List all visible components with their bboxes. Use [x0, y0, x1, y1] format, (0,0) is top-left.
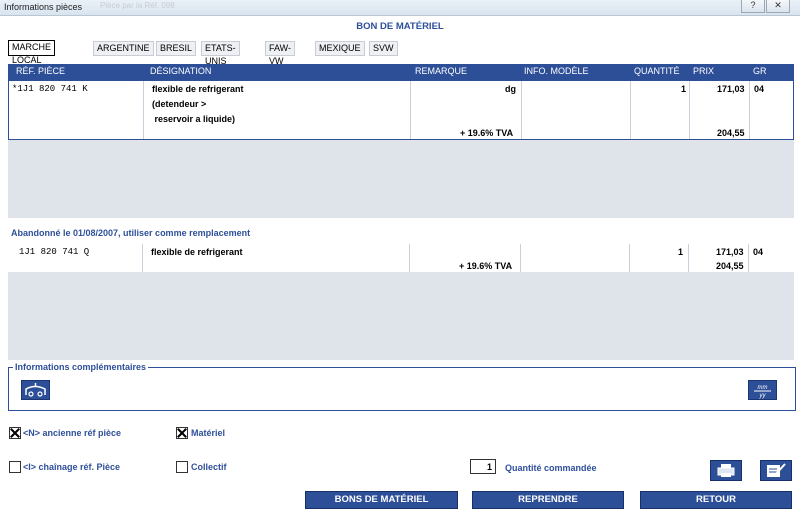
column-divider	[142, 244, 143, 272]
background-window-text: Pièce par la Réf. 098	[100, 1, 175, 10]
tab-bresil[interactable]: BRESIL	[156, 41, 197, 56]
reprendre-button[interactable]: REPRENDRE	[472, 491, 624, 509]
ancienne-ref-label[interactable]: <N> ancienne réf pièce	[23, 428, 121, 438]
replacement-price-ttc: 204,55	[716, 261, 744, 271]
chainage-checkbox[interactable]	[9, 461, 21, 473]
column-divider	[143, 81, 144, 139]
replacement-designation: flexible de refrigerant	[151, 247, 243, 257]
retour-button[interactable]: RETOUR	[640, 491, 792, 509]
column-divider	[749, 81, 750, 139]
col-quantite[interactable]: QUANTITÉ	[634, 66, 680, 76]
vehicle-lift-icon	[25, 383, 46, 397]
calendar-date-button[interactable]: mm yy	[748, 380, 777, 400]
quantity-value: 1	[681, 84, 687, 94]
print-button[interactable]	[710, 460, 742, 481]
collectif-label[interactable]: Collectif	[191, 462, 227, 472]
part-reference: *1J1 820 741 K	[12, 84, 88, 94]
materiel-checkbox[interactable]	[176, 427, 188, 439]
info-group: Informations complémentaires mm yy	[8, 362, 796, 411]
column-divider	[630, 81, 631, 139]
replacement-notice: Abandonné le 01/08/2007, utiliser comme …	[11, 228, 251, 238]
remarque-value: dg	[505, 84, 516, 94]
tab-mexique[interactable]: MEXIQUE	[315, 41, 365, 56]
column-divider	[409, 244, 410, 272]
column-divider	[410, 81, 411, 139]
info-group-legend: Informations complémentaires	[13, 362, 149, 372]
column-divider	[688, 244, 689, 272]
designation-line: (detendeur >	[152, 99, 207, 109]
replacement-price: 171,03	[716, 247, 744, 257]
chainage-label[interactable]: <I> chaînage réf. Pièce	[23, 462, 120, 472]
column-divider	[521, 81, 522, 139]
printer-icon	[717, 464, 735, 477]
col-prix[interactable]: PRIX	[693, 66, 714, 76]
designation-line: flexible de refrigerant	[152, 84, 244, 94]
materiel-label[interactable]: Matériel	[191, 428, 225, 438]
col-remarque[interactable]: REMARQUE	[415, 66, 467, 76]
table-row[interactable]: 1J1 820 741 Q flexible de refrigerant 1 …	[8, 244, 794, 272]
tva-label: + 19.6% TVA	[460, 128, 514, 138]
col-info-modele[interactable]: INFO. MODÈLE	[524, 66, 589, 76]
vehicle-lift-button[interactable]	[21, 380, 50, 400]
table-row[interactable]: *1J1 820 741 K flexible de refrigerant (…	[8, 80, 794, 140]
close-button[interactable]: ✕	[766, 0, 790, 13]
calendar-year-text: yy	[759, 393, 767, 399]
tab-argentine[interactable]: ARGENTINE	[93, 41, 154, 56]
column-divider	[748, 244, 749, 272]
column-divider	[629, 244, 630, 272]
column-divider	[689, 81, 690, 139]
price-ttc-value: 204,55	[717, 128, 745, 138]
ancienne-ref-checkbox[interactable]	[9, 427, 21, 439]
edit-note-icon	[767, 463, 786, 477]
col-designation[interactable]: DÉSIGNATION	[150, 66, 211, 76]
calendar-date-icon: mm yy	[754, 385, 771, 399]
section-title: BON DE MATÉRIEL	[356, 21, 444, 32]
quantity-label: Quantité commandée	[505, 463, 597, 473]
replacement-group: 04	[753, 247, 764, 257]
replacement-tva-label: + 19.6% TVA	[459, 261, 513, 271]
tab-marche-local[interactable]: MARCHE LOCAL	[8, 40, 56, 65]
replacement-quantity: 1	[678, 247, 684, 257]
grid-header: RÉF. PIÈCE DÉSIGNATION REMARQUE INFO. MO…	[8, 64, 794, 80]
group-value: 04	[754, 84, 765, 94]
tab-svw[interactable]: SVW	[369, 41, 398, 56]
quantity-input[interactable]: 1	[470, 459, 496, 474]
collectif-checkbox[interactable]	[176, 461, 188, 473]
tab-faw-vw[interactable]: FAW-VW	[265, 41, 295, 66]
tab-etats-unis[interactable]: ETATS-UNIS	[201, 41, 240, 66]
price-value: 171,03	[717, 84, 745, 94]
replacement-part-reference: 1J1 820 741 Q	[19, 247, 90, 257]
window-titlebar: Informations pièces Pièce par la Réf. 09…	[0, 0, 800, 16]
bons-de-materiel-button[interactable]: BONS DE MATÉRIEL	[305, 491, 458, 509]
col-gr[interactable]: GR	[753, 66, 767, 76]
help-button[interactable]: ?	[741, 0, 765, 13]
column-divider	[520, 244, 521, 272]
replacement-grid: 1J1 820 741 Q flexible de refrigerant 1 …	[8, 244, 794, 360]
edit-note-button[interactable]	[760, 460, 792, 481]
designation-line: reservoir a liquide)	[152, 114, 236, 124]
col-ref-piece[interactable]: RÉF. PIÈCE	[16, 66, 65, 76]
calendar-month-text: mm	[758, 385, 768, 391]
window-title: Informations pièces	[4, 2, 83, 12]
parts-grid: *1J1 820 741 K flexible de refrigerant (…	[8, 80, 794, 218]
